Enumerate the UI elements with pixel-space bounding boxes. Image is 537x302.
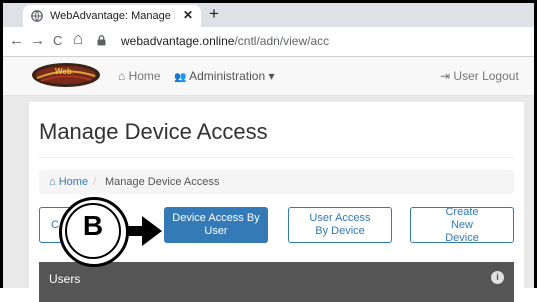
users-icon: 👥 xyxy=(174,72,187,83)
breadcrumb-home-link[interactable]: ⌂ Home xyxy=(49,176,88,188)
reload-icon[interactable]: C xyxy=(53,32,62,50)
callout-letter: B xyxy=(82,210,104,241)
new-tab-button[interactable]: + xyxy=(209,4,219,24)
breadcrumb-current: Manage Device Access xyxy=(105,176,220,188)
browser-tab[interactable]: WebAdvantage: Manage Device ✕ xyxy=(23,5,201,27)
tab-title: WebAdvantage: Manage Device xyxy=(50,10,175,22)
close-tab-icon[interactable]: ✕ xyxy=(183,8,193,22)
user-access-by-device-button[interactable]: User Access By Device xyxy=(288,207,392,243)
browser-toolbar: ← → C ⌂ webadvantage.online/cntl/adn/vie… xyxy=(3,27,534,57)
back-arrow-icon[interactable]: ← xyxy=(9,32,24,50)
device-button-label: C xyxy=(51,218,59,231)
nav-logout-label: User Logout xyxy=(453,69,519,83)
breadcrumb-separator: / xyxy=(93,176,97,188)
breadcrumb: ⌂ Home / Manage Device Access xyxy=(39,170,514,194)
logo-text: Web xyxy=(55,67,72,76)
nav-administration-label: Administration xyxy=(189,69,266,83)
url-path: /cntl/adn/view/acc xyxy=(234,34,330,48)
forward-arrow-icon[interactable]: → xyxy=(30,32,45,50)
create-new-device-button[interactable]: Create New Device xyxy=(410,205,514,244)
user-access-by-device-label: User Access By Device xyxy=(309,212,371,237)
nav-administration-dropdown[interactable]: 👥 Administration ▾ xyxy=(174,69,275,83)
breadcrumb-home-label: Home xyxy=(58,176,89,188)
callout-arrow-icon xyxy=(126,216,162,246)
site-navbar: Web ⌂ Home 👥 Administration ▾ ⇥ User Log… xyxy=(3,57,534,96)
users-heading: Users xyxy=(49,272,81,286)
logout-icon: ⇥ xyxy=(440,69,451,83)
nav-home-link[interactable]: ⌂ Home xyxy=(118,69,161,83)
browser-tab-strip: WebAdvantage: Manage Device ✕ + xyxy=(3,3,534,27)
device-access-by-user-label: Device Access By User xyxy=(172,212,260,237)
home-icon: ⌂ xyxy=(49,176,56,188)
device-access-by-user-button[interactable]: Device Access By User xyxy=(164,207,268,243)
nav-home-label: Home xyxy=(128,69,161,83)
page-title: Manage Device Access xyxy=(39,119,268,144)
callout-b-badge: B xyxy=(59,197,129,267)
caret-down-icon: ▾ xyxy=(268,69,275,83)
globe-icon xyxy=(31,10,43,22)
nav-logout-link[interactable]: ⇥ User Logout xyxy=(440,69,519,83)
url-host: webadvantage.online xyxy=(121,34,235,48)
home-icon: ⌂ xyxy=(118,69,126,83)
info-icon[interactable]: i xyxy=(491,271,504,284)
home-icon[interactable]: ⌂ xyxy=(73,30,83,48)
webadvantage-logo[interactable]: Web xyxy=(31,62,101,88)
lock-icon[interactable] xyxy=(97,35,106,46)
users-panel-header: Users i xyxy=(39,262,514,302)
create-new-device-label: Create New Device xyxy=(445,205,479,244)
title-divider xyxy=(39,157,514,158)
address-bar[interactable]: webadvantage.online/cntl/adn/view/acc xyxy=(121,34,329,48)
